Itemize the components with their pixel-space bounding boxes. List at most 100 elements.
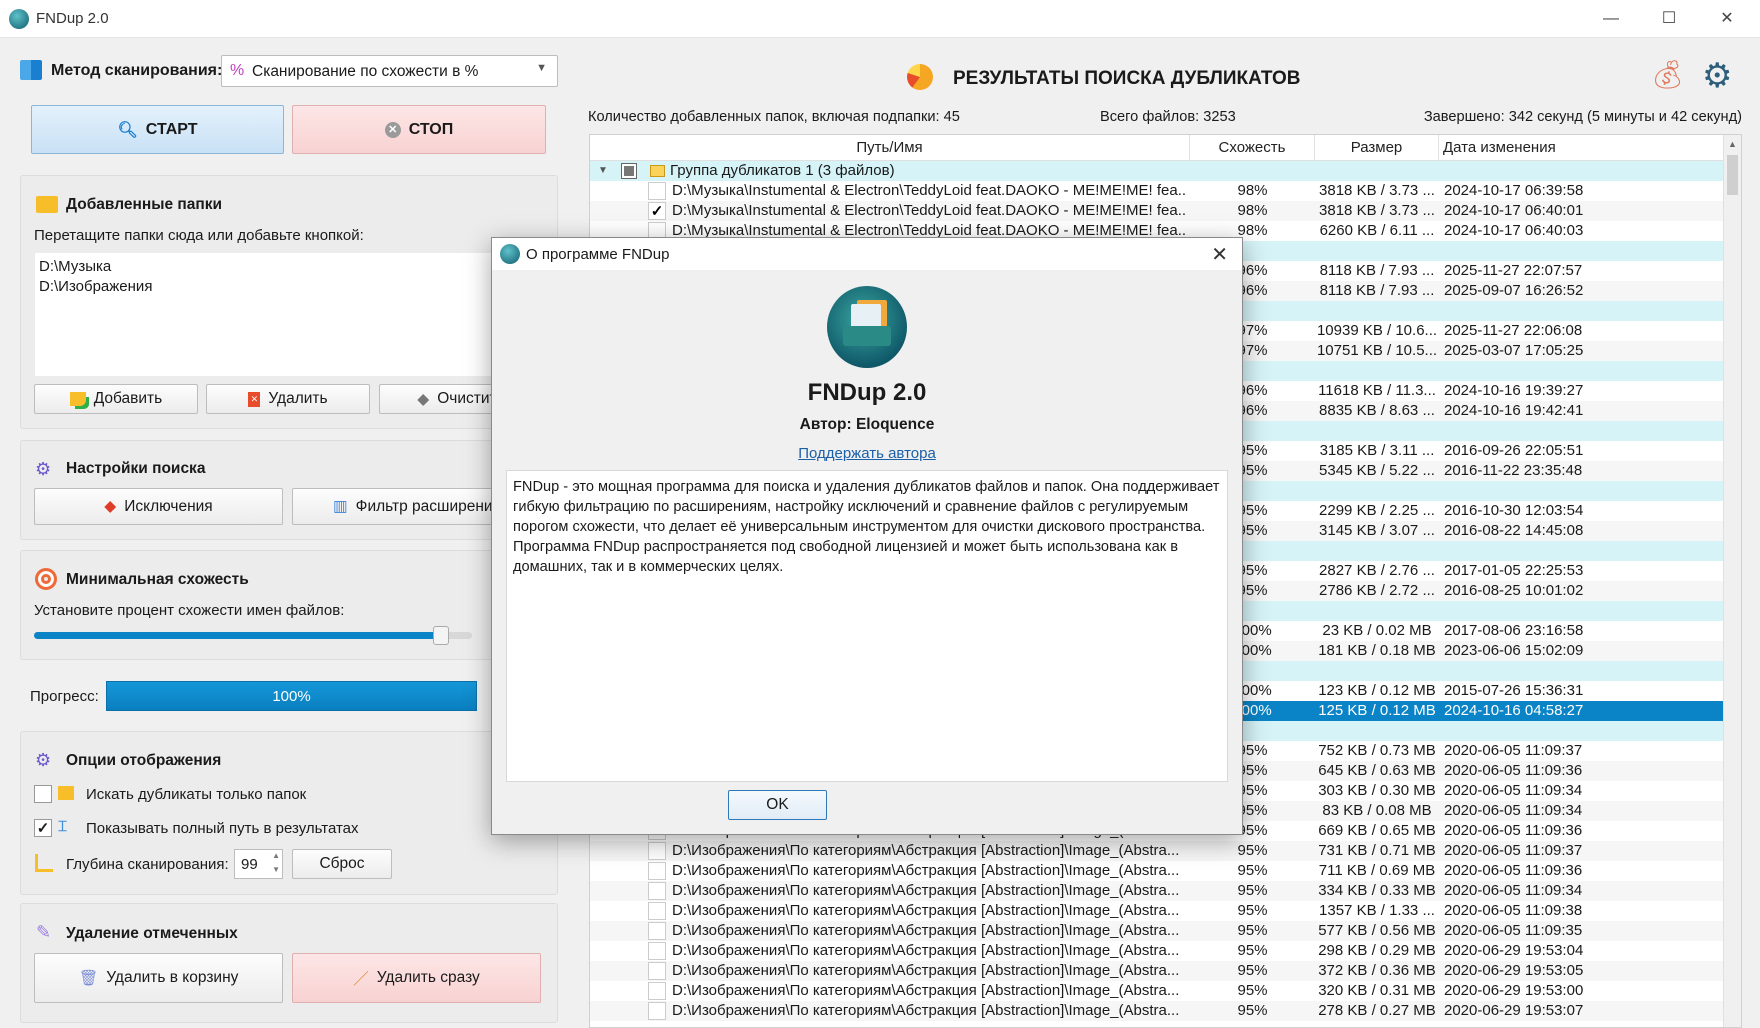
row-checkbox[interactable] xyxy=(648,182,666,200)
file-similarity: 95% xyxy=(1237,902,1268,919)
file-size: 372 KB / 0.36 MB xyxy=(1318,962,1436,979)
file-similarity: 95% xyxy=(1237,1002,1268,1019)
file-date: 2024-10-16 19:39:27 xyxy=(1444,382,1584,399)
reset-depth-button[interactable]: Сброс xyxy=(292,849,392,879)
delete-now-button[interactable]: ／ Удалить сразу xyxy=(292,953,541,1003)
file-row[interactable]: D:\Изображения\По категориям\Абстракция … xyxy=(590,881,1724,901)
file-size: 8118 KB / 7.93 ... xyxy=(1319,262,1435,279)
row-checkbox[interactable] xyxy=(648,922,666,940)
file-row[interactable]: D:\Изображения\По категориям\Абстракция … xyxy=(590,961,1724,981)
row-checkbox[interactable] xyxy=(648,882,666,900)
file-row[interactable]: D:\Изображения\По категориям\Абстракция … xyxy=(590,1001,1724,1021)
tree-depth-icon xyxy=(35,854,53,872)
remove-folder-button[interactable]: ✕ Удалить xyxy=(206,384,370,414)
file-date: 2020-06-05 11:09:34 xyxy=(1444,802,1583,819)
file-similarity: 95% xyxy=(1237,882,1268,899)
stop-button[interactable]: ✕ СТОП xyxy=(292,105,546,154)
delete-title: Удаление отмеченных xyxy=(66,925,238,942)
file-row[interactable]: D:\Изображения\По категориям\Абстракция … xyxy=(590,941,1724,961)
dialog-title-bar: О программе FNDup ✕ xyxy=(492,238,1242,270)
scrollbar-thumb[interactable] xyxy=(1727,155,1738,195)
stats-completed: Завершено: 342 секунд (5 минуты и 42 сек… xyxy=(1423,109,1742,125)
file-row[interactable]: D:\Изображения\По категориям\Абстракция … xyxy=(590,981,1724,1001)
full-path-checkbox[interactable]: ✓ xyxy=(34,819,52,837)
exclusions-label: Исключения xyxy=(124,497,213,515)
spin-down-icon[interactable]: ▼ xyxy=(272,865,280,874)
start-button[interactable]: 🔍︎ СТАРТ xyxy=(31,105,284,154)
row-checkbox[interactable] xyxy=(648,982,666,1000)
file-size: 181 KB / 0.18 MB xyxy=(1318,642,1436,659)
slider-thumb[interactable] xyxy=(433,626,450,645)
scan-method-value: Сканирование по схожести в % xyxy=(252,63,479,80)
delete-now-label: Удалить сразу xyxy=(376,969,480,986)
similarity-label: Установите процент схожести имен файлов: xyxy=(34,602,345,619)
file-row[interactable]: D:\Изображения\По категориям\Абстракция … xyxy=(590,921,1724,941)
dialog-close-button[interactable]: ✕ xyxy=(1211,242,1228,267)
progress-value: 100% xyxy=(272,688,311,705)
scan-method-dropdown[interactable]: % Сканирование по схожести в % ▼ xyxy=(221,55,558,87)
file-path: D:\Музыка\Instumental & Electron\TeddyLo… xyxy=(672,182,1187,199)
results-title: РЕЗУЛЬТАТЫ ПОИСКА ДУБЛИКАТОВ xyxy=(953,68,1301,89)
about-dialog: О программе FNDup ✕ FNDup 2.0 Автор: Elo… xyxy=(491,237,1243,835)
column-size[interactable]: Размер xyxy=(1315,135,1439,161)
add-folder-button[interactable]: Добавить xyxy=(34,384,198,414)
file-similarity: 95% xyxy=(1237,842,1268,859)
group-checkbox[interactable] xyxy=(621,163,637,179)
file-size: 83 KB / 0.08 MB xyxy=(1322,802,1432,819)
close-window-button[interactable]: ✕ xyxy=(1704,4,1750,34)
percent-icon: % xyxy=(230,62,245,79)
row-checkbox[interactable] xyxy=(648,862,666,880)
file-path: D:\Изображения\По категориям\Абстракция … xyxy=(672,842,1180,859)
table-header: Путь/Имя Схожесть Размер Дата изменения xyxy=(590,135,1724,161)
donate-icon[interactable]: 💰︎ xyxy=(1650,58,1686,91)
folder-item[interactable]: D:\Музыка xyxy=(39,257,501,277)
file-size: 3145 KB / 3.07 ... xyxy=(1319,522,1435,539)
depth-spinbox[interactable]: 99 ▲ ▼ xyxy=(234,849,283,879)
row-checkbox[interactable] xyxy=(648,942,666,960)
file-path: D:\Изображения\По категориям\Абстракция … xyxy=(672,862,1180,879)
row-checkbox[interactable] xyxy=(648,842,666,860)
scroll-up-icon[interactable]: ▲ xyxy=(1728,139,1737,149)
file-date: 2020-06-05 11:09:34 xyxy=(1444,782,1583,799)
file-date: 2020-06-29 19:53:07 xyxy=(1444,1002,1584,1019)
gear-icon[interactable]: ⚙ xyxy=(1702,56,1732,96)
file-path: D:\Изображения\По категориям\Абстракция … xyxy=(672,942,1180,959)
spin-up-icon[interactable]: ▲ xyxy=(272,851,280,860)
row-checkbox[interactable]: ✓ xyxy=(648,202,666,220)
row-checkbox[interactable] xyxy=(648,962,666,980)
similarity-slider[interactable] xyxy=(34,626,472,645)
dialog-author: Автор: Eloquence xyxy=(799,416,935,433)
exclusions-button[interactable]: ◆ Исключения xyxy=(34,488,283,525)
stop-label: СТОП xyxy=(408,120,454,138)
expand-arrow-icon[interactable]: ▼ xyxy=(598,161,608,181)
file-similarity: 95% xyxy=(1237,962,1268,979)
folder-add-icon xyxy=(69,392,86,406)
file-row[interactable]: D:\Изображения\По категориям\Абстракция … xyxy=(590,861,1724,881)
column-date[interactable]: Дата изменения xyxy=(1439,135,1724,161)
trash-icon: 🗑︎ xyxy=(78,969,99,987)
vertical-scrollbar[interactable]: ▲ xyxy=(1723,135,1741,1027)
folder-item[interactable]: D:\Изображения xyxy=(39,277,501,297)
row-checkbox[interactable] xyxy=(648,1002,666,1020)
maximize-button[interactable]: ☐ xyxy=(1646,4,1692,34)
file-row[interactable]: D:\Изображения\По категориям\Абстракция … xyxy=(590,841,1724,861)
support-author-link[interactable]: Поддержать автора xyxy=(798,445,936,462)
group-row[interactable]: ▼ Группа дубликатов 1 (3 файлов) xyxy=(590,161,1724,181)
row-checkbox[interactable] xyxy=(648,902,666,920)
ok-button[interactable]: OK xyxy=(728,790,827,820)
delete-to-trash-button[interactable]: 🗑︎ Удалить в корзину xyxy=(34,953,283,1003)
file-row[interactable]: ✓ D:\Музыка\Instumental & Electron\Teddy… xyxy=(590,201,1724,221)
file-date: 2024-10-16 04:58:27 xyxy=(1444,702,1584,719)
file-date: 2020-06-05 11:09:36 xyxy=(1444,822,1583,839)
column-path[interactable]: Путь/Имя xyxy=(590,135,1190,161)
folder-icon xyxy=(650,165,665,177)
file-row[interactable]: D:\Изображения\По категориям\Абстракция … xyxy=(590,901,1724,921)
only-folders-checkbox[interactable] xyxy=(34,785,52,803)
file-path: D:\Музыка\Instumental & Electron\TeddyLo… xyxy=(672,202,1187,219)
similarity-title: Минимальная схожесть xyxy=(66,571,249,588)
scan-method-icon xyxy=(20,60,42,80)
file-row[interactable]: D:\Музыка\Instumental & Electron\TeddyLo… xyxy=(590,181,1724,201)
folders-list[interactable]: D:\Музыка D:\Изображения xyxy=(35,253,505,376)
minimize-button[interactable]: — xyxy=(1588,4,1634,34)
column-similarity[interactable]: Схожесть xyxy=(1190,135,1315,161)
